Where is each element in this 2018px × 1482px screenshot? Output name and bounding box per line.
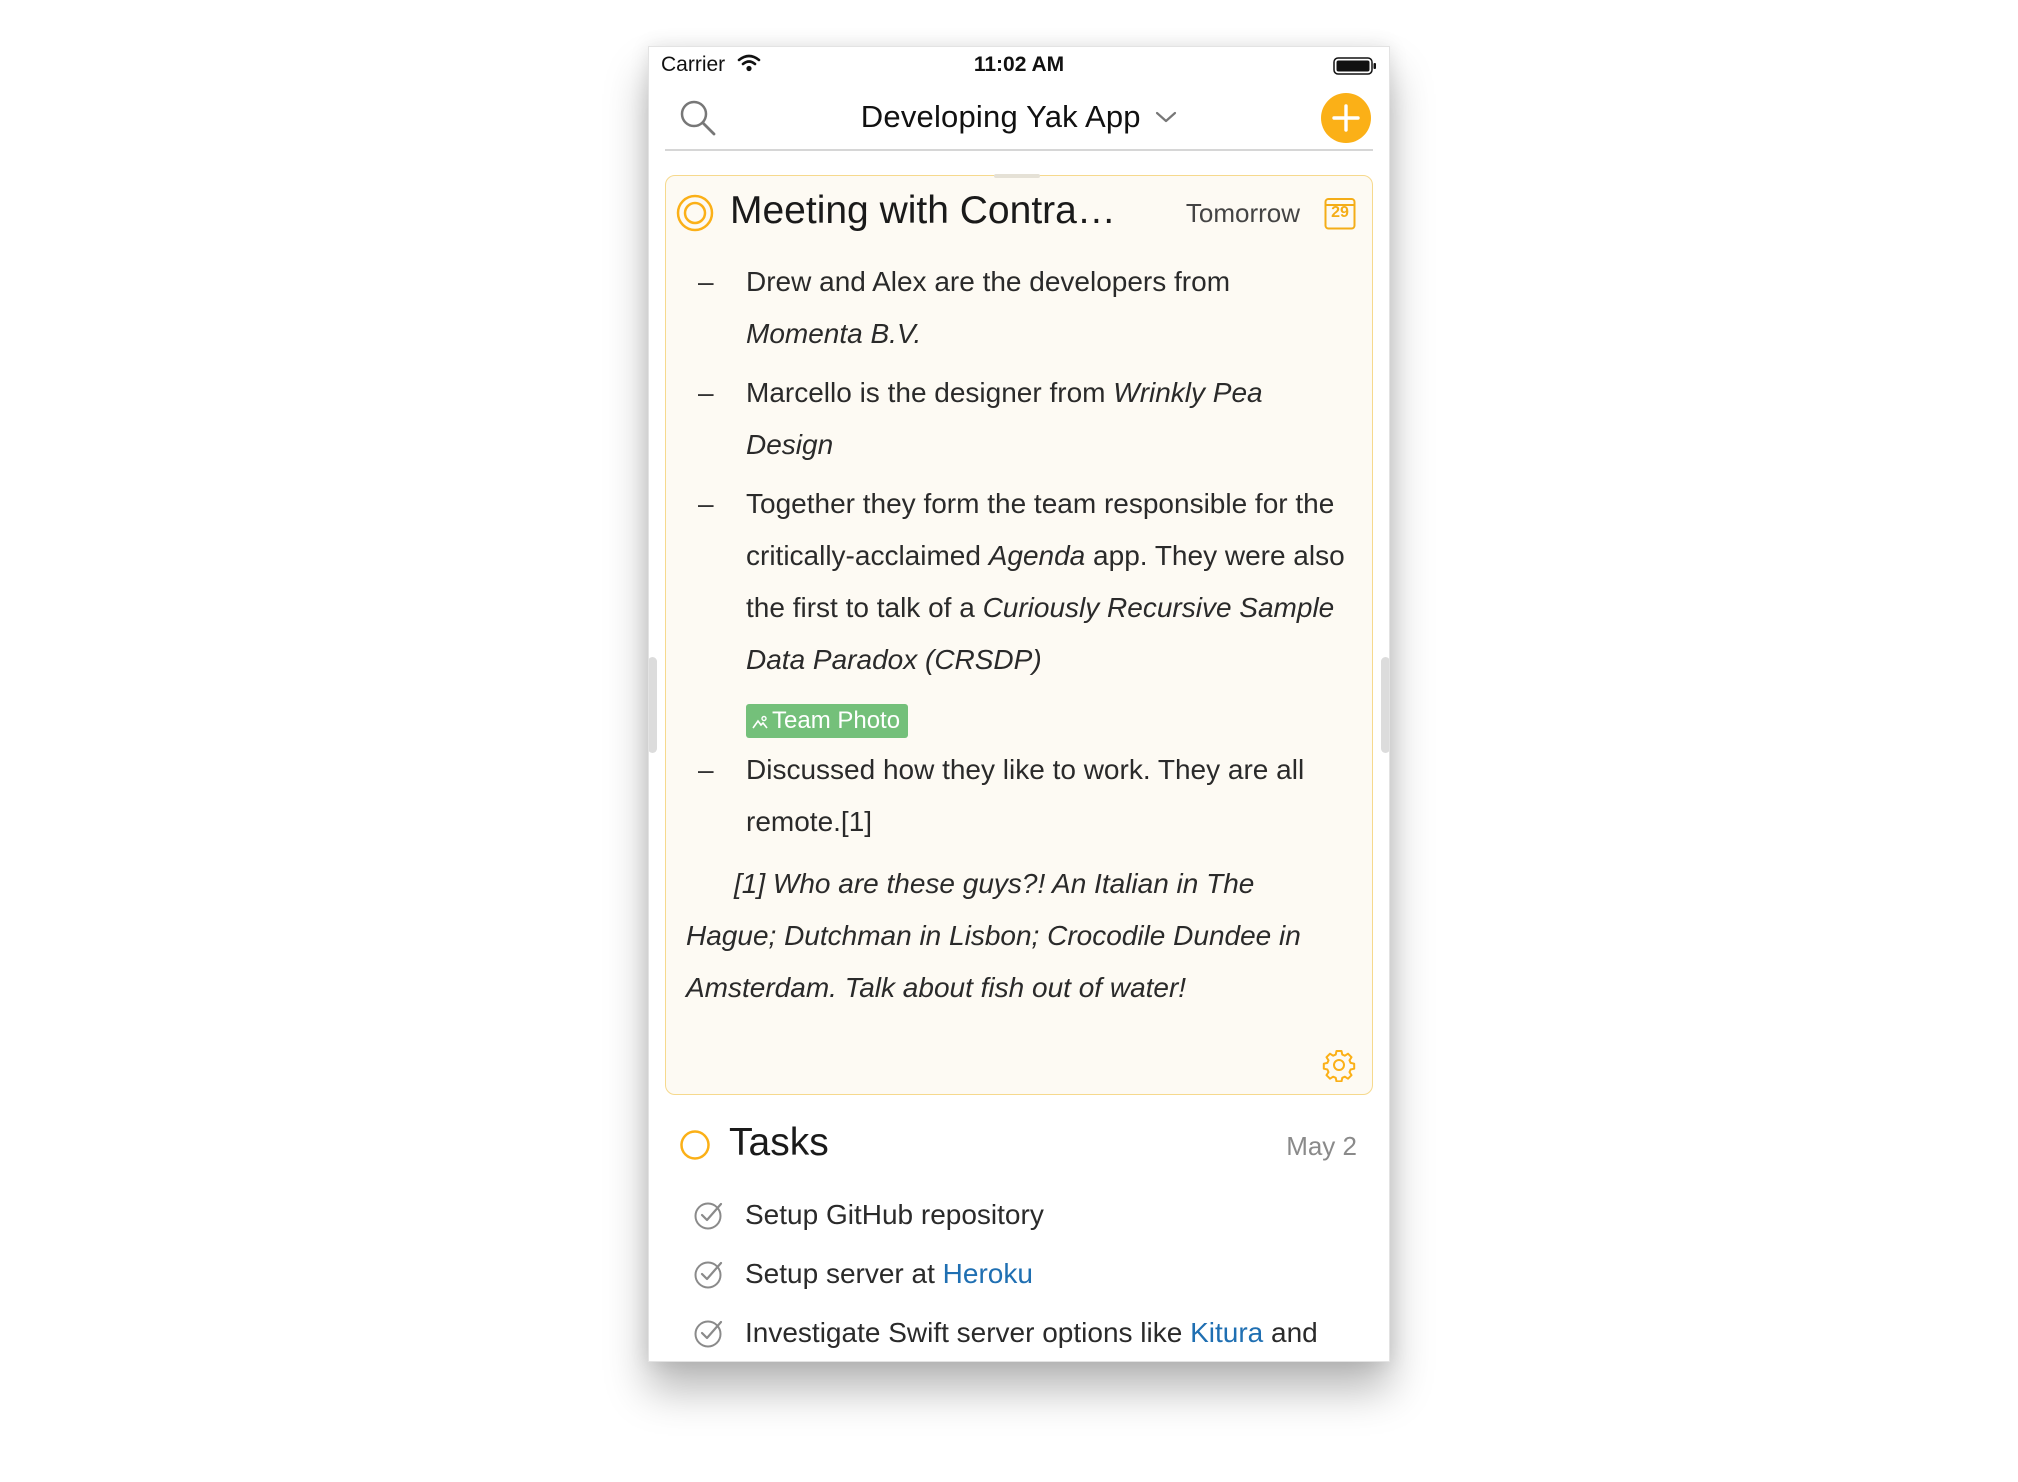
- note-date[interactable]: Tomorrow: [1186, 198, 1300, 229]
- chevron-down-icon[interactable]: [1155, 110, 1177, 124]
- bullet-text: Drew and Alex are the developers from: [746, 266, 1231, 297]
- task-text: and: [1263, 1317, 1318, 1348]
- task-item[interactable]: Investigate Swift server options like Ki…: [665, 1311, 1373, 1361]
- task-text: Setup server at: [745, 1258, 943, 1289]
- list-item: – Discussed how they like to work. They a…: [666, 744, 1372, 848]
- task-text: Investigate Swift server options like: [745, 1317, 1191, 1348]
- bullet-dash: –: [698, 266, 714, 297]
- battery-icon: [1333, 57, 1376, 75]
- bullet-dash: –: [698, 754, 714, 785]
- note-card[interactable]: Meeting with Contra… Tomorrow 29 – Drew a…: [665, 174, 1373, 1095]
- project-selector[interactable]: Developing Yak App: [665, 99, 1373, 135]
- attachment-tag-team-photo[interactable]: Team Photo: [746, 704, 909, 738]
- checkmark-circle-icon[interactable]: [693, 1317, 725, 1349]
- list-item: – Drew and Alex are the developers from M…: [666, 256, 1372, 360]
- tasks-date[interactable]: May 2: [1286, 1131, 1357, 1162]
- add-note-button[interactable]: [1321, 93, 1371, 143]
- phone-frame: Carrier 11:02 AM Developing Yak App Meet…: [648, 46, 1390, 1362]
- calendar-icon[interactable]: 29: [1324, 196, 1356, 230]
- note-body[interactable]: – Drew and Alex are the developers from M…: [666, 256, 1372, 1014]
- bullet-dash: –: [698, 488, 714, 519]
- tasks-title[interactable]: Tasks: [729, 1121, 829, 1165]
- bullet-text: Discussed how they like to work. They ar…: [746, 754, 1305, 837]
- plus-icon: [1332, 104, 1360, 132]
- checkmark-circle-icon[interactable]: [693, 1258, 725, 1290]
- checkmark-circle-icon[interactable]: [693, 1199, 725, 1231]
- photo-icon: [752, 715, 768, 729]
- task-list: Setup GitHub repository Setup server at …: [665, 1193, 1373, 1361]
- task-text: Setup GitHub repository: [745, 1199, 1044, 1230]
- note-title[interactable]: Meeting with Contra…: [730, 189, 1116, 233]
- list-item: – Marcello is the designer from Wrinkly P…: [666, 367, 1372, 471]
- bullet-text: Marcello is the designer from: [746, 377, 1114, 408]
- task-item[interactable]: Setup server at Heroku: [665, 1252, 1373, 1311]
- heroku-link[interactable]: Heroku: [943, 1258, 1033, 1289]
- attachment-label: Team Photo: [772, 707, 901, 734]
- task-item[interactable]: Setup GitHub repository: [665, 1193, 1373, 1252]
- right-drag-handle[interactable]: [1381, 657, 1389, 753]
- left-drag-handle[interactable]: [649, 657, 657, 753]
- bullet-emphasis: Agenda: [988, 540, 1086, 571]
- calendar-day: 29: [1331, 204, 1349, 221]
- list-item: – Together they form the team responsible…: [666, 478, 1372, 686]
- status-ring-icon[interactable]: [679, 1129, 711, 1161]
- gear-icon[interactable]: [1322, 1048, 1356, 1082]
- footnote: [1] Who are these guys?! An Italian in T…: [686, 868, 1301, 1003]
- kitura-link[interactable]: Kitura: [1190, 1317, 1263, 1348]
- bullet-dash: –: [698, 377, 714, 408]
- clock: 11:02 AM: [973, 53, 1065, 76]
- nav-bar: Developing Yak App: [665, 85, 1373, 151]
- bullet-emphasis: Momenta B.V.: [746, 318, 922, 349]
- card-drag-notch: [994, 174, 1040, 178]
- status-ring-icon[interactable]: [676, 194, 714, 232]
- page-title[interactable]: Developing Yak App: [861, 99, 1141, 134]
- status-bar: Carrier 11:02 AM: [649, 47, 1389, 83]
